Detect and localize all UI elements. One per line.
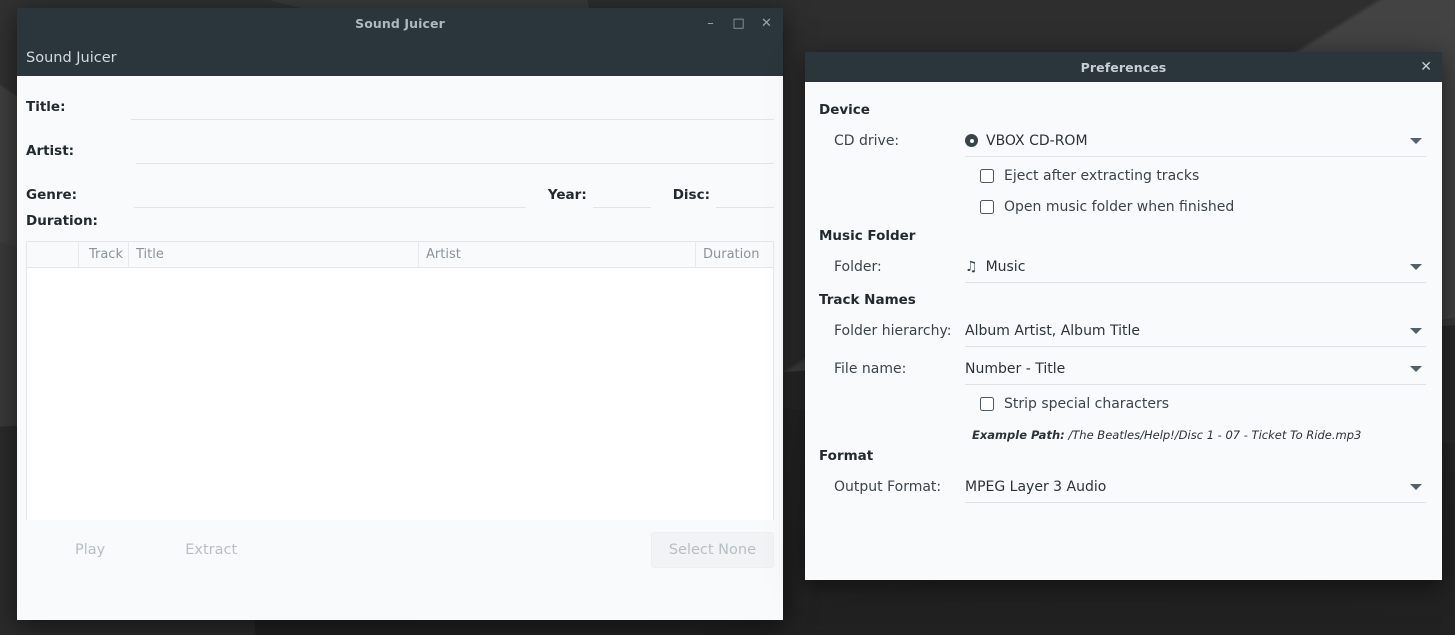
artist-label: Artist: bbox=[26, 143, 75, 159]
close-icon[interactable]: ✕ bbox=[1420, 52, 1432, 82]
disc-label: Disc: bbox=[672, 187, 710, 203]
file-name-value: Number - Title bbox=[965, 360, 1066, 377]
duration-label: Duration: bbox=[26, 212, 98, 229]
chevron-down-icon bbox=[1410, 327, 1422, 334]
chevron-down-icon bbox=[1410, 365, 1422, 372]
year-input[interactable] bbox=[592, 185, 651, 208]
track-table-body[interactable] bbox=[27, 268, 773, 520]
track-names-group-label: Track Names bbox=[819, 292, 916, 308]
main-window-title: Sound Juicer bbox=[355, 16, 445, 31]
example-path-value: /The Beatles/Help!/Disc 1 - 07 - Ticket … bbox=[1068, 428, 1362, 442]
folder-hierarchy-value: Album Artist, Album Title bbox=[965, 322, 1141, 339]
disc-input[interactable] bbox=[716, 185, 774, 208]
example-path: Example Path: /The Beatles/Help!/Disc 1 … bbox=[819, 419, 1426, 442]
cd-drive-value: VBOX CD-ROM bbox=[986, 132, 1088, 149]
cd-drive-row: CD drive: VBOX CD-ROM bbox=[819, 122, 1426, 160]
main-content-area: Title: Artist: Genre: Year: Disc: Durati… bbox=[17, 76, 783, 620]
title-label: Title: bbox=[26, 99, 66, 115]
minimize-icon[interactable]: – bbox=[702, 15, 719, 32]
chevron-down-icon bbox=[1410, 137, 1422, 144]
main-titlebar[interactable]: Sound Juicer – □ ✕ bbox=[17, 8, 783, 39]
year-label: Year: bbox=[547, 187, 587, 203]
music-folder-group-label: Music Folder bbox=[819, 228, 916, 244]
track-table-header: Track Title Artist Duration bbox=[27, 242, 773, 268]
app-name-label: Sound Juicer bbox=[26, 49, 117, 66]
strip-characters-checkbox-row[interactable]: Strip special characters bbox=[819, 388, 1426, 419]
folder-label: Folder: bbox=[834, 259, 882, 275]
artist-input[interactable] bbox=[136, 142, 774, 164]
close-icon[interactable]: ✕ bbox=[758, 15, 775, 32]
genre-input[interactable] bbox=[134, 186, 526, 208]
output-format-row: Output Format: MPEG Layer 3 Audio bbox=[819, 468, 1426, 506]
folder-hierarchy-label: Folder hierarchy: bbox=[834, 323, 952, 339]
artist-field-row: Artist: bbox=[17, 120, 783, 164]
format-group-label: Format bbox=[819, 448, 874, 464]
duration-row: Duration: bbox=[17, 208, 783, 238]
column-header-select[interactable] bbox=[27, 242, 79, 267]
folder-hierarchy-dropdown[interactable]: Album Artist, Album Title bbox=[965, 316, 1426, 347]
chevron-down-icon bbox=[1410, 483, 1422, 490]
track-list[interactable]: Track Title Artist Duration bbox=[26, 241, 774, 520]
extract-button[interactable]: Extract bbox=[171, 535, 251, 565]
preferences-titlebar[interactable]: Preferences ✕ bbox=[805, 52, 1442, 82]
cd-disc-icon bbox=[965, 134, 978, 147]
file-name-row: File name: Number - Title bbox=[819, 350, 1426, 388]
genre-year-disc-row: Genre: Year: Disc: bbox=[17, 164, 783, 208]
open-folder-checkbox[interactable] bbox=[980, 199, 994, 214]
music-folder-value: Music bbox=[985, 258, 1026, 275]
sound-juicer-window: Sound Juicer – □ ✕ Sound Juicer Title: A… bbox=[17, 8, 783, 620]
music-folder-dropdown[interactable]: ♫ Music bbox=[965, 252, 1426, 283]
preferences-dialog: Preferences ✕ Device CD drive: VBOX CD-R… bbox=[805, 52, 1442, 580]
preferences-title: Preferences bbox=[1080, 59, 1167, 75]
strip-characters-label: Strip special characters bbox=[1004, 395, 1169, 412]
app-header-bar: Sound Juicer bbox=[17, 39, 783, 76]
desktop-background: Sound Juicer – □ ✕ Sound Juicer Title: A… bbox=[0, 0, 1455, 635]
select-none-button[interactable]: Select None bbox=[650, 532, 774, 568]
open-folder-checkbox-row[interactable]: Open music folder when finished bbox=[819, 191, 1426, 222]
output-format-label: Output Format: bbox=[834, 479, 942, 495]
eject-checkbox-label: Eject after extracting tracks bbox=[1004, 167, 1200, 184]
device-group-label: Device bbox=[819, 102, 870, 118]
strip-characters-checkbox[interactable] bbox=[980, 396, 994, 411]
genre-label: Genre: bbox=[26, 187, 78, 203]
eject-checkbox-row[interactable]: Eject after extracting tracks bbox=[819, 160, 1426, 191]
maximize-icon[interactable]: □ bbox=[730, 15, 747, 32]
file-name-label: File name: bbox=[834, 361, 907, 377]
column-header-duration[interactable]: Duration bbox=[696, 242, 773, 267]
window-controls: – □ ✕ bbox=[702, 8, 775, 38]
music-folder-row: Folder: ♫ Music bbox=[819, 248, 1426, 286]
column-header-artist[interactable]: Artist bbox=[419, 242, 696, 267]
folder-hierarchy-row: Folder hierarchy: Album Artist, Album Ti… bbox=[819, 312, 1426, 350]
output-format-dropdown[interactable]: MPEG Layer 3 Audio bbox=[965, 472, 1426, 503]
action-bar: Play Extract Select None bbox=[26, 528, 774, 572]
preferences-content: Device CD drive: VBOX CD-ROM Eject after… bbox=[805, 82, 1442, 580]
play-button[interactable]: Play bbox=[61, 535, 119, 565]
music-note-icon: ♫ bbox=[965, 258, 978, 275]
column-header-title[interactable]: Title bbox=[129, 242, 419, 267]
eject-checkbox[interactable] bbox=[980, 168, 994, 183]
file-name-dropdown[interactable]: Number - Title bbox=[965, 354, 1426, 385]
example-path-label: Example Path: bbox=[972, 428, 1065, 442]
output-format-value: MPEG Layer 3 Audio bbox=[965, 478, 1107, 495]
title-input[interactable] bbox=[131, 98, 774, 120]
title-field-row: Title: bbox=[17, 76, 783, 120]
open-folder-checkbox-label: Open music folder when finished bbox=[1004, 198, 1235, 215]
column-header-track[interactable]: Track bbox=[79, 242, 129, 267]
cd-drive-label: CD drive: bbox=[834, 133, 900, 149]
cd-drive-dropdown[interactable]: VBOX CD-ROM bbox=[965, 126, 1426, 157]
chevron-down-icon bbox=[1410, 263, 1422, 270]
